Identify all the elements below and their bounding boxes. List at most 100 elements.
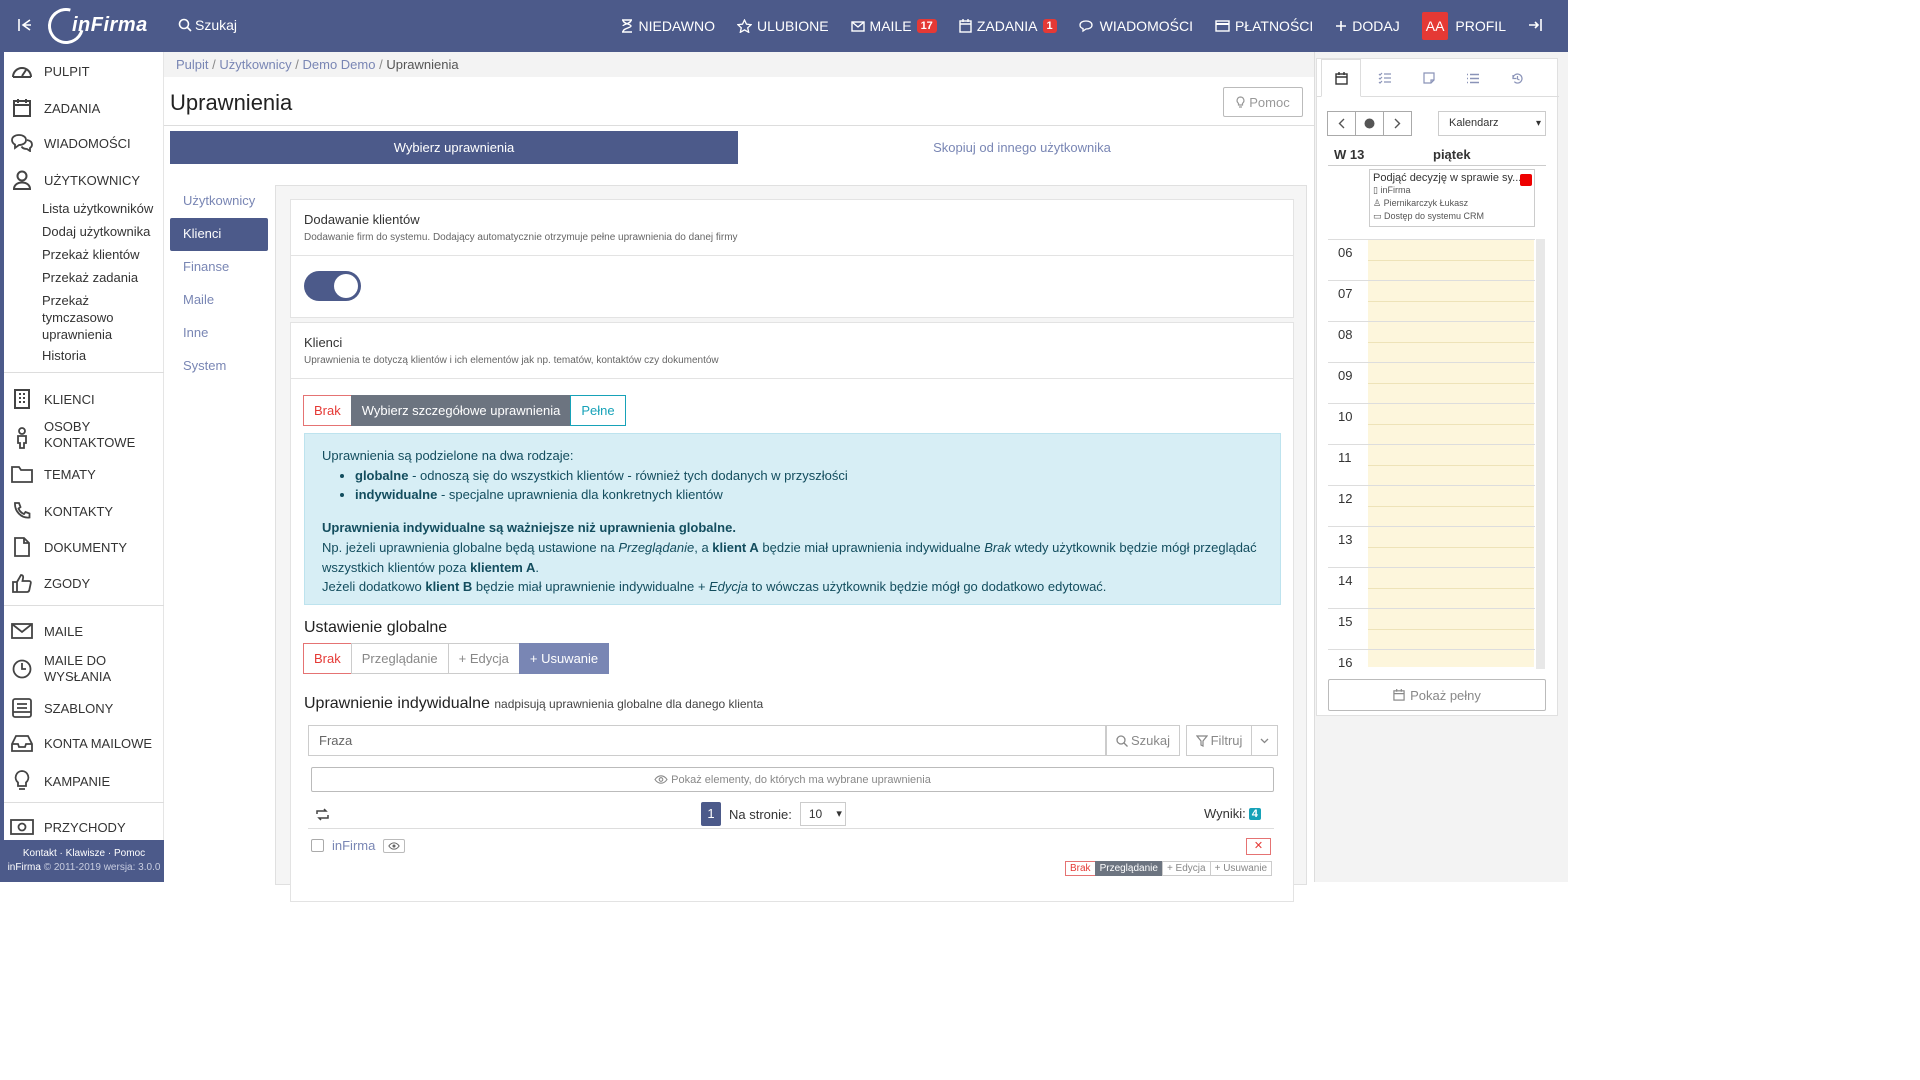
sidebar-item-income[interactable]: PRZYCHODY: [10, 819, 126, 835]
global-delete-button[interactable]: + Usuwanie: [518, 643, 610, 674]
sidebar-item-users[interactable]: UŻYTKOWNICY: [10, 170, 140, 190]
add-clients-toggle[interactable]: [304, 271, 361, 301]
nav-add[interactable]: DODAJ: [1335, 18, 1400, 34]
sidebar-sub-users-list[interactable]: Lista użytkowników: [42, 200, 162, 217]
show-full-calendar-button[interactable]: Pokaż pełny: [1328, 679, 1546, 711]
perm-nav-users[interactable]: Użytkownicy: [170, 185, 268, 218]
client-name-link[interactable]: inFirma: [332, 838, 375, 853]
info-list-item: indywidualne - specjalne uprawnienia dla…: [355, 485, 1263, 505]
sidebar-item-mails-to-send[interactable]: MAILE DO WYSŁANIA: [10, 653, 134, 685]
breadcrumb-link[interactable]: Pulpit: [176, 57, 209, 72]
row-delete-button[interactable]: + Usuwanie: [1209, 861, 1273, 876]
page-number-button[interactable]: 1: [701, 802, 721, 826]
tab-calendar[interactable]: [1321, 59, 1361, 97]
row-checkbox[interactable]: [311, 839, 324, 852]
per-page-select[interactable]: 10: [799, 802, 846, 826]
tab-notes[interactable]: [1409, 59, 1449, 97]
view-client-button[interactable]: [383, 838, 406, 853]
mode-none-button[interactable]: Brak: [303, 395, 352, 426]
tab-history[interactable]: [1497, 59, 1537, 97]
sidebar-item-mails[interactable]: MAILE: [10, 623, 83, 639]
tab-list[interactable]: [1453, 59, 1493, 97]
inbox-icon: [10, 734, 34, 752]
sidebar-item-dashboard[interactable]: PULPIT: [10, 62, 90, 80]
row-edit-button[interactable]: + Edycja: [1161, 861, 1211, 876]
remove-row-button[interactable]: ✕: [1246, 838, 1271, 855]
nav-tasks[interactable]: ZADANIA 1: [959, 18, 1057, 34]
filter-dropdown-button[interactable]: [1251, 725, 1278, 756]
global-edit-button[interactable]: + Edycja: [447, 643, 520, 674]
row-view-button[interactable]: Przeglądanie: [1094, 861, 1163, 876]
card-header: Klienci Uprawnienia te dotyczą klientów …: [291, 323, 1293, 379]
nav-payments[interactable]: PŁATNOŚCI: [1215, 18, 1313, 34]
sidebar-item-consents[interactable]: ZGODY: [10, 573, 90, 593]
help-button[interactable]: Pomoc: [1223, 87, 1303, 117]
info-text: .: [535, 559, 540, 575]
breadcrumb-link[interactable]: Demo Demo: [303, 57, 376, 72]
sidebar-item-contacts[interactable]: KONTAKTY: [10, 501, 113, 521]
filter-button[interactable]: Filtruj: [1186, 725, 1252, 756]
info-bold: Uprawnienia indywidualne są ważniejsze n…: [322, 520, 736, 536]
sidebar-sub-temp-permissions[interactable]: Przekaż tymczasowo uprawnienia: [42, 292, 132, 343]
sidebar: PULPIT ZADANIA WIADOMOŚCI UŻYTKOWNICY Li…: [0, 52, 164, 882]
half-hour-line: [1368, 588, 1534, 589]
sidebar-sub-history[interactable]: Historia: [42, 347, 162, 364]
sidebar-item-campaigns[interactable]: KAMPANIE: [10, 770, 110, 792]
perm-nav-mails[interactable]: Maile: [170, 284, 268, 317]
prev-button[interactable]: [1327, 111, 1356, 136]
nav-messages[interactable]: WIADOMOŚCI: [1078, 18, 1193, 34]
sidebar-item-mail-accounts[interactable]: KONTA MAILOWE: [10, 734, 152, 752]
perm-nav-clients[interactable]: Klienci: [170, 218, 268, 251]
search-button[interactable]: Szukaj: [1106, 725, 1180, 756]
section-subtitle: nadpisują uprawnienia globalne dla daneg…: [494, 697, 764, 711]
app-logo[interactable]: inFirma: [41, 1, 156, 51]
global-view-button[interactable]: Przeglądanie: [350, 643, 449, 674]
row-none-button[interactable]: Brak: [1065, 861, 1096, 876]
day-name: piątek: [1433, 147, 1471, 162]
calendar-view-select[interactable]: Kalendarz: [1438, 111, 1546, 136]
search-input[interactable]: Fraza: [308, 725, 1106, 756]
sidebar-item-templates[interactable]: SZABLONY: [10, 698, 113, 718]
nav-favorites[interactable]: ULUBIONE: [736, 18, 829, 34]
nav-recent[interactable]: NIEDAWNO: [621, 18, 715, 34]
hour-row: 06: [1328, 239, 1535, 281]
sidebar-sub-transfer-tasks[interactable]: Przekaż zadania: [42, 269, 162, 286]
calendar-scrollbar[interactable]: [1536, 239, 1545, 669]
perm-nav-system[interactable]: System: [170, 350, 268, 383]
sidebar-divider: [4, 372, 164, 373]
hour-row: 11: [1328, 444, 1535, 486]
mode-detailed-button[interactable]: Wybierz szczegółowe uprawnienia: [350, 395, 572, 426]
calendar-icon: [959, 19, 972, 33]
sidebar-sub-add-user[interactable]: Dodaj użytkownika: [42, 223, 162, 240]
calendar-event[interactable]: Podjąć decyzję w sprawie sy... ▯ inFirma…: [1369, 169, 1535, 227]
breadcrumb-link[interactable]: Użytkownicy: [219, 57, 291, 72]
nav-profile[interactable]: AA PROFIL: [1421, 12, 1506, 40]
perm-nav-other[interactable]: Inne: [170, 317, 268, 350]
sidebar-item-tasks[interactable]: ZADANIA: [10, 98, 100, 118]
sidebar-item-contact-persons[interactable]: OSOBY KONTAKTOWE: [10, 419, 135, 451]
sidebar-item-clients[interactable]: KLIENCI: [10, 389, 95, 409]
sidebar-sub-transfer-clients[interactable]: Przekaż klientów: [42, 246, 162, 263]
footer-links[interactable]: Kontakt · Klawisze · Pomoc: [4, 847, 164, 861]
next-button[interactable]: [1383, 111, 1412, 136]
tab-tasks[interactable]: [1365, 59, 1405, 97]
nav-mails[interactable]: MAILE 17: [850, 18, 937, 34]
hour-label: 13: [1338, 532, 1353, 547]
tab-copy-from-user[interactable]: Skopiuj od innego użytkownika: [738, 131, 1306, 164]
tab-choose-permissions[interactable]: Wybierz uprawnienia: [170, 131, 738, 164]
perm-nav-finance[interactable]: Finanse: [170, 251, 268, 284]
sidebar-item-documents[interactable]: DOKUMENTY: [10, 537, 127, 557]
event-topic-text: Dostęp do systemu CRM: [1384, 211, 1485, 221]
today-button[interactable]: [1355, 111, 1384, 136]
info-text: Np. jeżeli uprawnienia globalne będą ust…: [322, 539, 619, 555]
logout-icon[interactable]: [1528, 18, 1542, 32]
show-elements-button[interactable]: Pokaż elementy, do których ma wybrane up…: [311, 767, 1274, 792]
mode-full-button[interactable]: Pełne: [570, 395, 626, 426]
global-none-button[interactable]: Brak: [303, 643, 352, 674]
sidebar-item-messages[interactable]: WIADOMOŚCI: [10, 134, 131, 152]
global-search[interactable]: Szukaj: [178, 17, 237, 33]
hour-cell[interactable]: [1368, 650, 1534, 667]
sidebar-item-topics[interactable]: TEMATY: [10, 465, 96, 483]
refresh-icon[interactable]: [315, 808, 330, 821]
collapse-sidebar-icon[interactable]: [18, 18, 32, 32]
